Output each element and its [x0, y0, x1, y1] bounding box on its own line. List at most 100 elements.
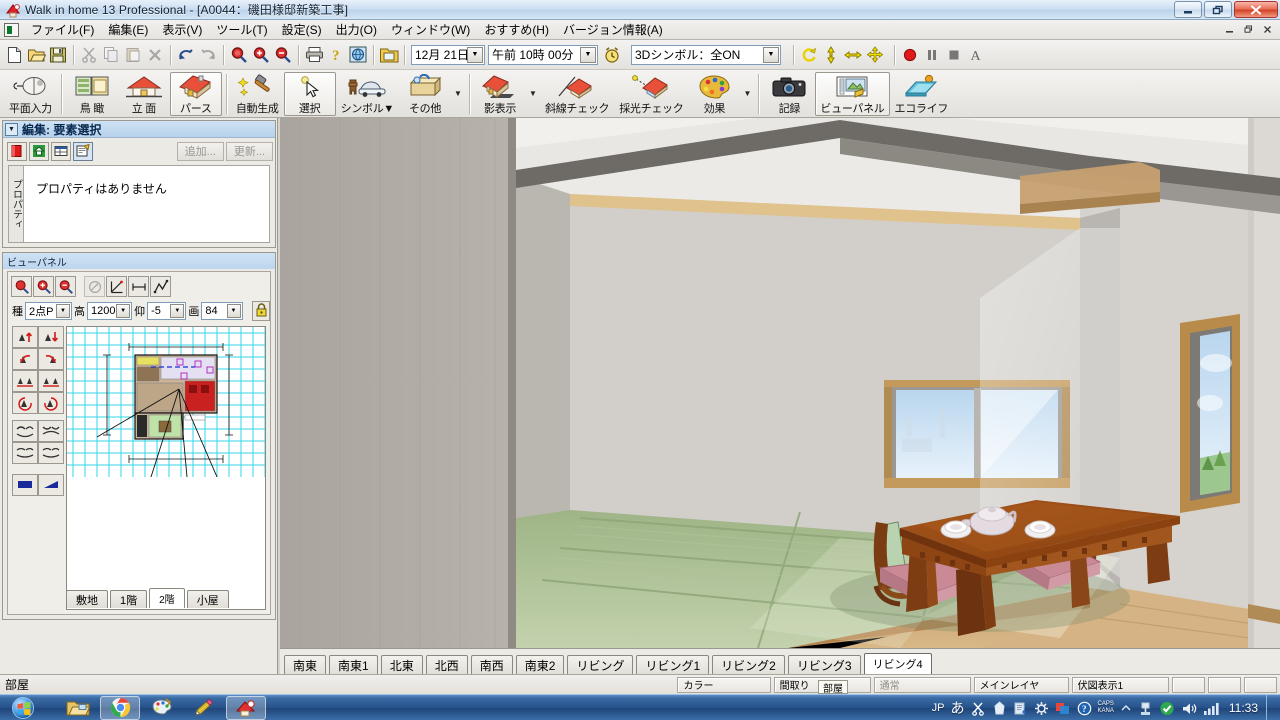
toolbar-button-effect[interactable]: 効果: [688, 72, 740, 116]
distance-icon[interactable]: [128, 276, 149, 297]
view-tab-living[interactable]: リビング: [567, 655, 634, 674]
field-of-view-combo[interactable]: 84 ▼: [201, 301, 243, 320]
undo-icon[interactable]: [175, 44, 197, 66]
toolbar-button-symbol[interactable]: シンボル▼: [336, 72, 399, 116]
view-tab-living4[interactable]: リビング4: [863, 653, 932, 674]
toolbar-button-ecolife[interactable]: エコライフ: [890, 72, 954, 116]
view-tab-southeast[interactable]: 南東: [284, 655, 327, 674]
walk-icon[interactable]: [820, 44, 842, 66]
view-tab-living3[interactable]: リビング3: [787, 655, 861, 674]
floor-tab-attic[interactable]: 小屋: [186, 590, 229, 608]
caps-kana-indicator[interactable]: CAPS KANA: [1098, 701, 1114, 715]
zoom-fit-icon[interactable]: [11, 276, 32, 297]
view-tab-northeast[interactable]: 北東: [380, 655, 423, 674]
move-icon[interactable]: [864, 44, 886, 66]
strafe-right-icon[interactable]: [38, 370, 64, 392]
floor-plan-minimap[interactable]: [66, 326, 266, 610]
toolbar-button-plan-input[interactable]: 平面入力: [4, 72, 57, 116]
pan-icon[interactable]: [842, 44, 864, 66]
list-icon[interactable]: [51, 141, 71, 161]
taskbar-item-explorer[interactable]: [58, 696, 98, 720]
time-combo[interactable]: 午前 10時 00分 ▼: [488, 44, 598, 65]
toolbar-button-slantline-check[interactable]: 斜線チェック: [540, 72, 614, 116]
open-project-icon[interactable]: [378, 44, 400, 66]
rotate-icon[interactable]: [798, 44, 820, 66]
ime-language-label[interactable]: JP: [932, 702, 945, 714]
toolbar-button-perspective[interactable]: パース: [169, 71, 222, 116]
toolbar-button-auto-generate[interactable]: 自動生成: [231, 72, 284, 116]
zoom-out-icon[interactable]: [55, 276, 76, 297]
menu-item-output[interactable]: 出力(O): [329, 19, 384, 40]
eye-height-combo[interactable]: 1200 ▼: [87, 301, 133, 320]
cut-scissors-icon[interactable]: [78, 44, 100, 66]
status-cell-layer[interactable]: メインレイヤ: [973, 676, 1069, 693]
chevron-down-icon[interactable]: ▼: [451, 72, 465, 116]
toolbar-button-other[interactable]: その他: [399, 72, 451, 116]
look-up-icon[interactable]: [12, 420, 38, 442]
ime-pad-icon[interactable]: [992, 700, 1007, 716]
collapse-arrow-icon[interactable]: ▼: [5, 122, 18, 136]
show-desktop-button[interactable]: [1266, 695, 1276, 720]
redo-icon[interactable]: [197, 44, 219, 66]
house-green-icon[interactable]: [29, 141, 49, 161]
path-icon[interactable]: [150, 276, 171, 297]
taskbar-item-pencil[interactable]: [184, 696, 224, 720]
date-combo[interactable]: 12月 21日 ▼: [411, 44, 485, 65]
view-tab-southeast1[interactable]: 南東1: [329, 655, 378, 674]
chevron-down-icon[interactable]: ▼: [580, 46, 596, 63]
status-cell-color[interactable]: カラー: [677, 676, 771, 693]
add-button[interactable]: 追加...: [176, 141, 224, 161]
menu-item-recommend[interactable]: おすすめ(H): [477, 19, 556, 40]
toolbar-button-view-panel[interactable]: ビューパネル: [815, 71, 890, 116]
chevron-down-icon[interactable]: ▼: [740, 72, 754, 116]
taskbar-item-chrome[interactable]: [100, 695, 140, 720]
record-dot-icon[interactable]: [899, 44, 921, 66]
menu-item-view[interactable]: 表示(V): [155, 19, 209, 40]
turn-left-icon[interactable]: [12, 348, 38, 370]
windows-start-orb[interactable]: [1, 696, 45, 720]
elevation-angle-combo[interactable]: -5 ▼: [147, 301, 187, 320]
view-tab-northwest[interactable]: 北西: [425, 655, 468, 674]
circle-arrow-icon[interactable]: [84, 276, 105, 297]
close-button[interactable]: [1234, 1, 1278, 18]
move-up-icon[interactable]: [12, 326, 38, 348]
tilt-left-icon[interactable]: [12, 442, 38, 464]
help-icon[interactable]: ?: [325, 44, 347, 66]
paste-icon[interactable]: [122, 44, 144, 66]
rotate-left-icon[interactable]: [12, 392, 38, 414]
symbol-combo[interactable]: 3Dシンボル：全ON ▼: [631, 44, 781, 65]
zoom-out-icon[interactable]: [272, 44, 294, 66]
status-cell-8[interactable]: [1243, 676, 1277, 693]
ime-mode-label[interactable]: あ: [951, 698, 965, 718]
perspective-viewport[interactable]: [280, 118, 1280, 648]
print-icon[interactable]: [303, 44, 325, 66]
open-folder-icon[interactable]: [25, 44, 47, 66]
dropbox-icon[interactable]: [1159, 701, 1175, 716]
help-circle-icon[interactable]: ?: [1077, 701, 1092, 716]
menu-item-file[interactable]: ファイル(F): [24, 19, 101, 40]
toolbar-button-shadow[interactable]: 影表示: [474, 72, 526, 116]
volume-icon[interactable]: [1181, 701, 1197, 716]
view-tab-living2[interactable]: リビング2: [712, 655, 785, 674]
properties-icon[interactable]: [73, 141, 93, 161]
floor-tab-site[interactable]: 敷地: [66, 590, 108, 608]
chevron-down-icon[interactable]: ▼: [170, 303, 185, 318]
chevron-down-icon[interactable]: ▼: [56, 303, 71, 318]
minimize-button[interactable]: [1174, 1, 1202, 18]
chevron-down-icon[interactable]: ▼: [226, 303, 241, 318]
move-down-icon[interactable]: [38, 326, 64, 348]
look-down-icon[interactable]: [38, 420, 64, 442]
perspective-type-combo[interactable]: 2点P ▼: [25, 301, 73, 320]
stop-icon[interactable]: [943, 44, 965, 66]
chevron-down-icon[interactable]: ▼: [116, 303, 131, 318]
alarm-clock-icon[interactable]: [601, 44, 623, 66]
wire-mode-icon[interactable]: [38, 474, 64, 496]
menu-item-version[interactable]: バージョン情報(A): [556, 19, 670, 40]
two-point-perspective-icon[interactable]: [106, 276, 127, 297]
lock-icon[interactable]: [252, 300, 270, 321]
zoom-fit-icon[interactable]: [228, 44, 250, 66]
floor-tab-2f[interactable]: 2階: [149, 588, 185, 608]
view-tab-living1[interactable]: リビング1: [636, 655, 710, 674]
delete-x-icon[interactable]: [144, 44, 166, 66]
status-cell-normal[interactable]: 通常: [873, 676, 971, 693]
